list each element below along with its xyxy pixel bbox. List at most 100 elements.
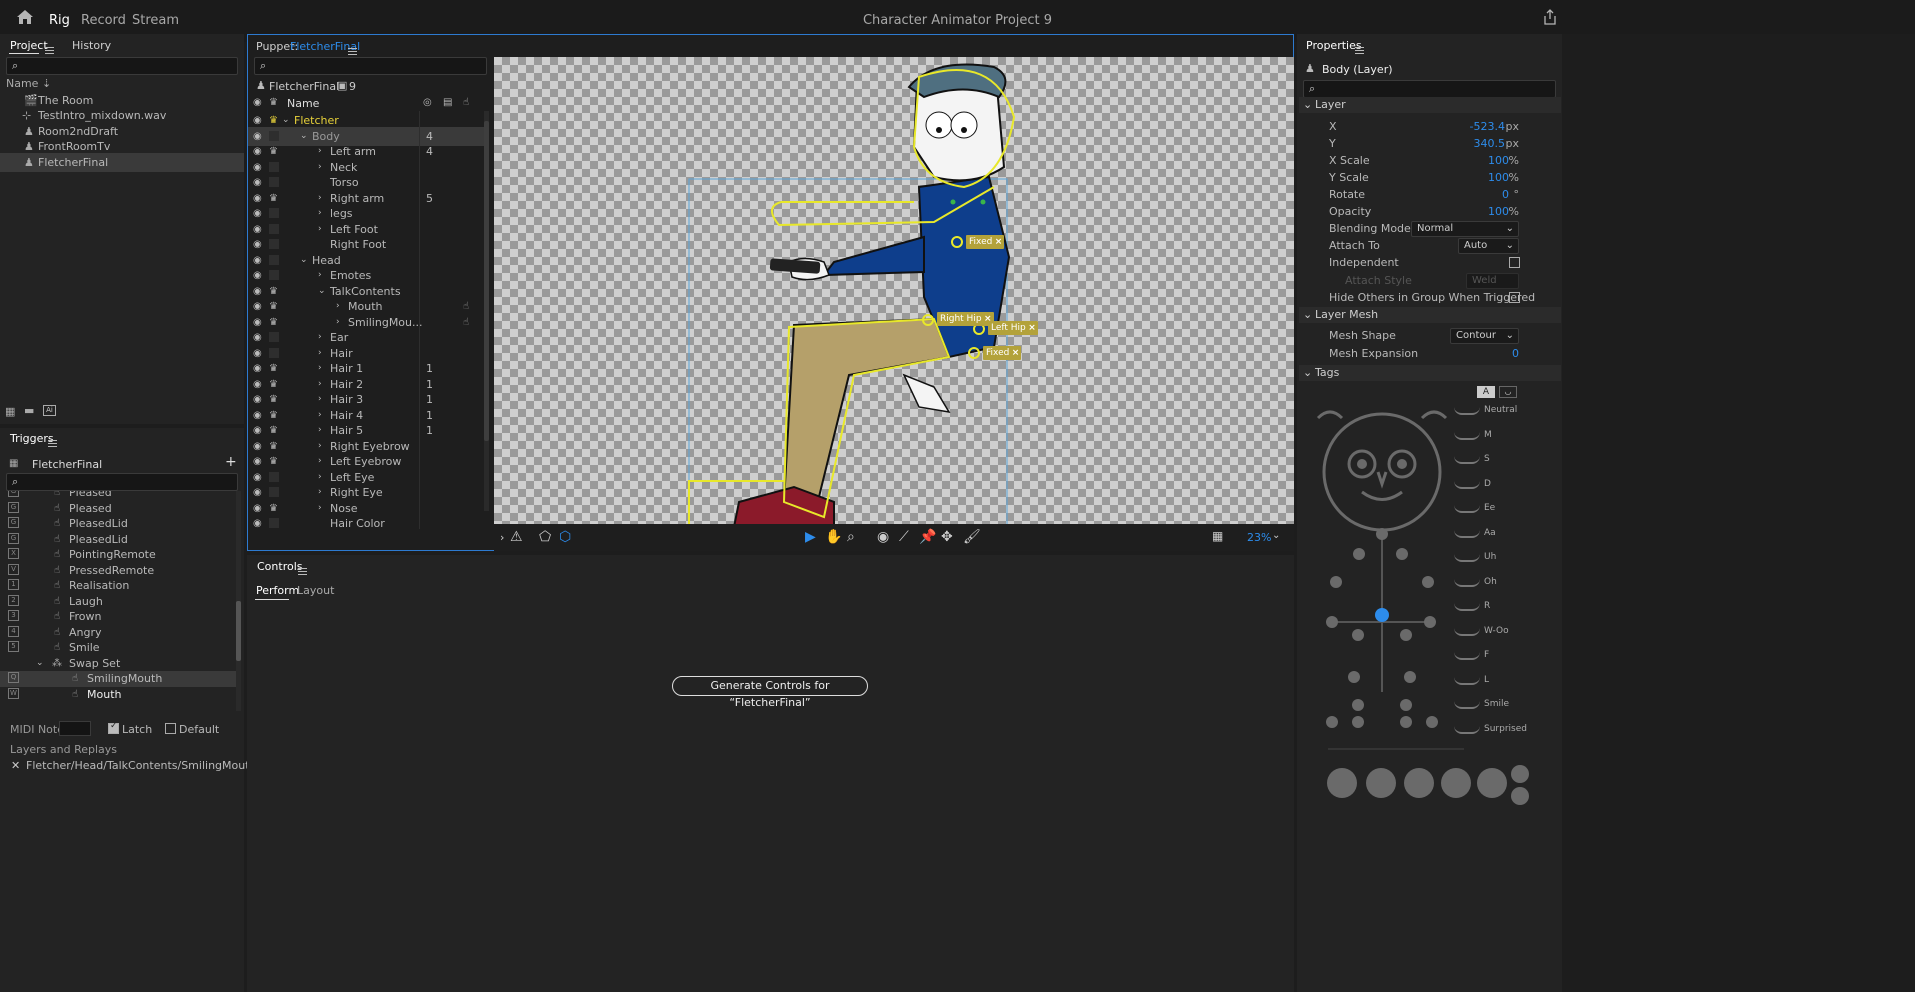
expression-face-icon[interactable] bbox=[1511, 765, 1529, 783]
crown-placeholder[interactable] bbox=[269, 177, 279, 187]
crown-placeholder[interactable] bbox=[269, 130, 279, 141]
trigger-row[interactable]: G ☝ Pleased bbox=[0, 501, 236, 517]
trigger-row[interactable]: X ☝ PointingRemote bbox=[0, 547, 236, 563]
chevron-down-icon[interactable]: ⌄ bbox=[36, 656, 44, 671]
viseme-tag[interactable]: Oh bbox=[1454, 575, 1554, 595]
trigger-row[interactable]: ⁂ ⌄ Swap Set bbox=[0, 656, 236, 672]
prop-value-field[interactable]: 340.5 bbox=[1474, 135, 1506, 152]
prop-value-field[interactable]: 0 bbox=[1502, 186, 1509, 203]
layer-row[interactable]: ◉ Hair Color bbox=[248, 514, 484, 529]
tab-layout[interactable]: Layout bbox=[297, 584, 334, 597]
crown-placeholder[interactable] bbox=[269, 161, 279, 172]
tab-project[interactable]: Project bbox=[10, 39, 48, 52]
viseme-tag[interactable]: Smile bbox=[1454, 697, 1554, 717]
crown-placeholder[interactable] bbox=[269, 471, 279, 482]
crown-placeholder[interactable] bbox=[269, 518, 279, 528]
stick-tool-icon[interactable]: ⟋ bbox=[899, 529, 909, 545]
trigger-row[interactable]: G ☝ PleasedLid bbox=[0, 532, 236, 548]
triggers-menu-icon[interactable] bbox=[48, 439, 57, 447]
trigger-row[interactable]: W ☝ Mouth bbox=[0, 687, 236, 703]
generate-controls-button[interactable]: Generate Controls for “FletcherFinal” bbox=[672, 676, 868, 709]
crown-placeholder[interactable] bbox=[269, 270, 279, 280]
viseme-tag[interactable]: M bbox=[1454, 428, 1554, 448]
remove-layer-icon[interactable]: ✕ bbox=[11, 759, 20, 772]
section-layer-mesh[interactable]: ⌄ Layer Mesh bbox=[1299, 307, 1561, 323]
crown-placeholder[interactable] bbox=[269, 487, 279, 497]
scrollbar-thumb[interactable] bbox=[236, 601, 241, 661]
tag-mode-text-button[interactable]: A bbox=[1477, 386, 1495, 398]
trigger-row[interactable]: G ☝ PleasedLid bbox=[0, 516, 236, 532]
hand-tool-icon[interactable]: ✋ bbox=[825, 529, 842, 545]
project-item-selected[interactable]: ♟ FletcherFinal bbox=[0, 153, 244, 172]
tab-perform[interactable]: Perform bbox=[256, 584, 299, 597]
expression-face-icon[interactable] bbox=[1441, 768, 1471, 798]
prop-value-field[interactable]: -523.4 bbox=[1470, 118, 1505, 135]
expression-face-icon[interactable] bbox=[1366, 768, 1396, 798]
handle-tag[interactable]: Left Hip bbox=[988, 321, 1038, 335]
viseme-tag[interactable]: L bbox=[1454, 673, 1554, 693]
viseme-tag[interactable]: Uh bbox=[1454, 550, 1554, 570]
dragger-tool-icon[interactable]: ✥ bbox=[941, 529, 953, 545]
section-tags[interactable]: ⌄ Tags bbox=[1299, 365, 1561, 381]
crown-placeholder[interactable] bbox=[269, 332, 279, 342]
prop-value-field[interactable]: 100 bbox=[1488, 169, 1509, 186]
crown-placeholder[interactable] bbox=[269, 239, 279, 249]
warning-icon[interactable]: ⚠ bbox=[510, 529, 523, 545]
viseme-tag[interactable]: F bbox=[1454, 648, 1554, 668]
triggers-search-input[interactable]: ⌕ bbox=[6, 473, 238, 491]
illustrator-icon[interactable]: Ai bbox=[43, 405, 56, 416]
handle-tag[interactable]: Fixed bbox=[966, 235, 1005, 249]
viseme-tag[interactable]: W-Oo bbox=[1454, 624, 1554, 644]
properties-menu-icon[interactable] bbox=[1355, 46, 1364, 54]
crown-placeholder[interactable] bbox=[269, 208, 279, 218]
expression-face-icon[interactable] bbox=[1511, 787, 1529, 805]
crown-placeholder[interactable] bbox=[269, 347, 279, 358]
controls-menu-icon[interactable] bbox=[298, 567, 307, 575]
sort-name-header[interactable]: Name ⇣ bbox=[6, 77, 51, 90]
viseme-tag[interactable]: S bbox=[1454, 452, 1554, 472]
puppet-search-input[interactable]: ⌕ bbox=[254, 57, 487, 75]
project-menu-icon[interactable] bbox=[45, 46, 54, 54]
share-icon[interactable] bbox=[1543, 9, 1557, 25]
hide-others-checkbox[interactable] bbox=[1509, 292, 1520, 303]
project-search-input[interactable]: ⌕ bbox=[6, 57, 238, 75]
trigger-scrollbar[interactable] bbox=[236, 491, 241, 711]
expression-face-icon[interactable] bbox=[1404, 768, 1434, 798]
mesh-shape-dropdown[interactable]: Contour ⌄ bbox=[1450, 328, 1519, 344]
trigger-row[interactable]: 2 ☝ Laugh bbox=[0, 594, 236, 610]
transparency-grid-icon[interactable]: ▦ bbox=[1212, 529, 1223, 543]
origin-tool-icon[interactable]: ◉ bbox=[877, 529, 889, 545]
viseme-tag[interactable]: D bbox=[1454, 477, 1554, 497]
trigger-row[interactable]: 3 ☝ Frown bbox=[0, 609, 236, 625]
new-item-icon[interactable]: ▦ bbox=[5, 405, 15, 418]
pin-tool-icon[interactable]: 📌 bbox=[919, 529, 936, 545]
independent-checkbox[interactable] bbox=[1509, 257, 1520, 268]
viseme-tag[interactable]: Neutral bbox=[1454, 403, 1554, 423]
prop-value-field[interactable]: 100 bbox=[1488, 152, 1509, 169]
properties-search-input[interactable]: ⌕ bbox=[1303, 80, 1556, 98]
viseme-tag[interactable]: Surprised bbox=[1454, 722, 1554, 742]
viseme-tag[interactable]: Ee bbox=[1454, 501, 1554, 521]
trigger-row[interactable]: Q ☝ SmilingMouth bbox=[0, 671, 236, 687]
scrollbar-thumb[interactable] bbox=[484, 121, 489, 441]
handle-tag[interactable]: Fixed bbox=[983, 346, 1022, 360]
add-trigger-icon[interactable]: + bbox=[225, 454, 237, 470]
handle-tag[interactable]: Right Hip bbox=[937, 312, 994, 326]
blending-mode-dropdown[interactable]: Normal ⌄ bbox=[1411, 221, 1519, 237]
trigger-row[interactable]: G ☝ Pleased bbox=[0, 491, 236, 501]
expand-icon[interactable]: › bbox=[500, 531, 504, 544]
midi-note-input[interactable] bbox=[59, 721, 91, 736]
contour-icon[interactable]: ⬡ bbox=[559, 529, 571, 545]
tab-history[interactable]: History bbox=[72, 39, 111, 52]
trigger-row[interactable]: 4 ☝ Angry bbox=[0, 625, 236, 641]
expression-face-icon[interactable] bbox=[1477, 768, 1507, 798]
default-checkbox[interactable] bbox=[165, 723, 176, 734]
prop-value-field[interactable]: 100 bbox=[1488, 203, 1509, 220]
folder-icon[interactable]: ▬ bbox=[24, 404, 34, 417]
zoom-tool-icon[interactable]: ⌕ bbox=[847, 529, 855, 545]
expression-face-icon[interactable] bbox=[1327, 768, 1357, 798]
zoom-dropdown-icon[interactable]: ⌄ bbox=[1272, 530, 1280, 541]
latch-checkbox[interactable]: ✓ bbox=[108, 721, 119, 734]
trigger-row[interactable]: V ☝ PressedRemote bbox=[0, 563, 236, 579]
visibility-eye-icon[interactable]: ◉ bbox=[253, 514, 262, 529]
